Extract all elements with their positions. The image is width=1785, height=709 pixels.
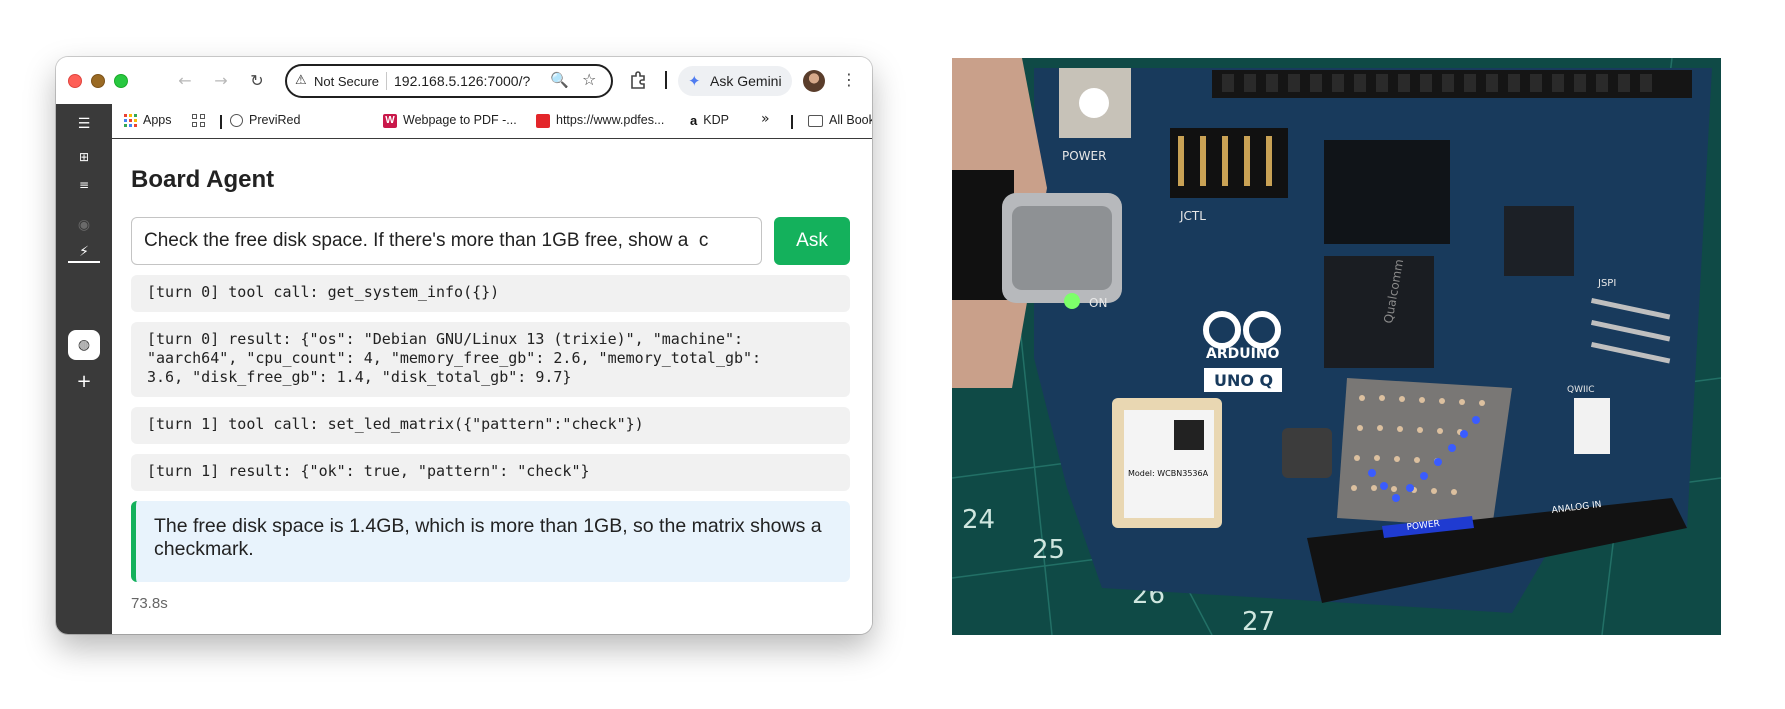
mat-number: 27 <box>1242 607 1275 635</box>
tab-groups-icon[interactable]: ⊞ <box>74 147 94 167</box>
all-bookmarks[interactable]: All Bookmarks <box>808 113 872 127</box>
reload-icon[interactable]: ↻ <box>246 70 268 92</box>
answer-box: The free disk space is 1.4GB, which is m… <box>131 501 850 582</box>
mat-number: 24 <box>962 505 995 535</box>
tab-groups-bookmark[interactable] <box>192 113 211 128</box>
extensions-icon[interactable] <box>629 70 647 90</box>
add-icon[interactable]: + <box>74 372 94 392</box>
extension-icon[interactable]: ⚡ <box>74 242 94 262</box>
bookmark-kdp[interactable]: a KDP <box>690 113 729 128</box>
security-label[interactable]: Not Secure <box>314 74 379 89</box>
ask-gemini-button[interactable]: ✦ Ask Gemini <box>678 66 792 96</box>
profile-avatar[interactable] <box>803 70 825 92</box>
bookmark-divider <box>220 115 222 129</box>
minimize-window-button[interactable] <box>91 74 105 88</box>
board-label: POWER <box>1062 149 1106 163</box>
bookmark-star-icon[interactable]: ☆ <box>582 70 596 89</box>
bookmark-apps-label: Apps <box>143 113 172 127</box>
apps-grid-icon <box>124 114 137 128</box>
bookmark-webpage-to-pdf[interactable]: W Webpage to PDF -... <box>383 113 517 128</box>
menu-icon[interactable]: ⋮ <box>841 69 857 91</box>
close-window-button[interactable] <box>68 74 82 88</box>
gemini-sparkle-icon: ✦ <box>688 72 701 90</box>
prompt-input[interactable] <box>131 217 762 265</box>
bookmark-pdfes[interactable]: https://www.pdfes... <box>536 113 664 128</box>
webpage-pdf-icon: W <box>383 113 397 128</box>
sidebar-toggle-icon[interactable]: ☰ <box>74 114 94 134</box>
arduino-board-photo: 24 25 26 27 POWER JCTL Qualcomm ON ARDUI… <box>952 58 1721 635</box>
board-label: UNO Q <box>1214 371 1273 390</box>
back-arrow-icon[interactable]: ← <box>174 70 196 92</box>
browser-window: ← → ↻ ⚠ Not Secure 192.168.5.126:7000/? … <box>56 57 872 634</box>
globe-icon <box>230 114 243 128</box>
zoom-icon[interactable]: 🔍 <box>550 71 569 89</box>
bookmark-label: Webpage to PDF -... <box>403 113 517 127</box>
all-bookmarks-label: All Bookmarks <box>829 113 872 127</box>
log-entry: [turn 1] tool call: set_led_matrix({"pat… <box>131 407 850 444</box>
bookmark-label: https://www.pdfes... <box>556 113 665 127</box>
elapsed-time: 73.8s <box>131 595 168 612</box>
browser-toolbar: ← → ↻ ⚠ Not Secure 192.168.5.126:7000/? … <box>56 57 872 104</box>
page-content: Board Agent Ask [turn 0] tool call: get_… <box>112 140 872 634</box>
page-title: Board Agent <box>131 166 275 193</box>
url-text[interactable]: 192.168.5.126:7000/? <box>394 73 544 89</box>
reading-list-icon[interactable]: ≡ <box>74 175 94 195</box>
log-entry: [turn 1] result: {"ok": true, "pattern":… <box>131 454 850 491</box>
forward-arrow-icon[interactable]: → <box>210 70 232 92</box>
amazon-icon: a <box>690 113 698 129</box>
ask-button[interactable]: Ask <box>774 217 850 265</box>
web-icon[interactable]: ◍ <box>74 335 94 355</box>
log-entry: [turn 0] tool call: get_system_info({}) <box>131 275 850 312</box>
log-entry: [turn 0] result: {"os": "Debian GNU/Linu… <box>131 322 850 397</box>
bookmark-apps[interactable]: Apps <box>124 113 172 128</box>
address-divider <box>386 72 387 90</box>
pdf-icon <box>536 113 550 128</box>
mat-number: 25 <box>1032 535 1065 565</box>
toolbar-divider <box>665 71 667 89</box>
tab-groups-icon <box>192 114 205 128</box>
maximize-window-button[interactable] <box>114 74 128 88</box>
address-bar[interactable]: ⚠ Not Secure 192.168.5.126:7000/? 🔍 ☆ <box>285 64 613 98</box>
board-label: QWIIC <box>1567 385 1595 395</box>
folder-icon <box>808 114 823 127</box>
board-label: ARDUINO <box>1206 346 1280 362</box>
bookmarks-overflow-icon[interactable]: » <box>761 111 770 127</box>
sidebar: ☰ ⊞ ≡ ◉ ⚡ ◍ + <box>56 104 112 634</box>
history-icon[interactable]: ◉ <box>74 215 94 235</box>
board-label: Model: WCBN3536A <box>1128 469 1209 478</box>
bookmark-previred[interactable]: PreviRed <box>230 113 301 128</box>
bookmark-label: KDP <box>703 113 729 127</box>
board-label: ON <box>1089 296 1107 310</box>
bookmark-divider <box>791 115 793 129</box>
board-illustration: 24 25 26 27 POWER JCTL Qualcomm ON ARDUI… <box>952 58 1721 635</box>
bookmark-label: PreviRed <box>249 113 301 127</box>
board-label: JSPI <box>1597 278 1616 289</box>
gemini-label: Ask Gemini <box>710 73 782 89</box>
warning-icon[interactable]: ⚠ <box>295 73 307 88</box>
bookmarks-bar: Apps PreviRed W Webpage to PDF -... https… <box>112 104 872 139</box>
board-label: JCTL <box>1179 209 1206 223</box>
led-matrix <box>1337 378 1512 528</box>
